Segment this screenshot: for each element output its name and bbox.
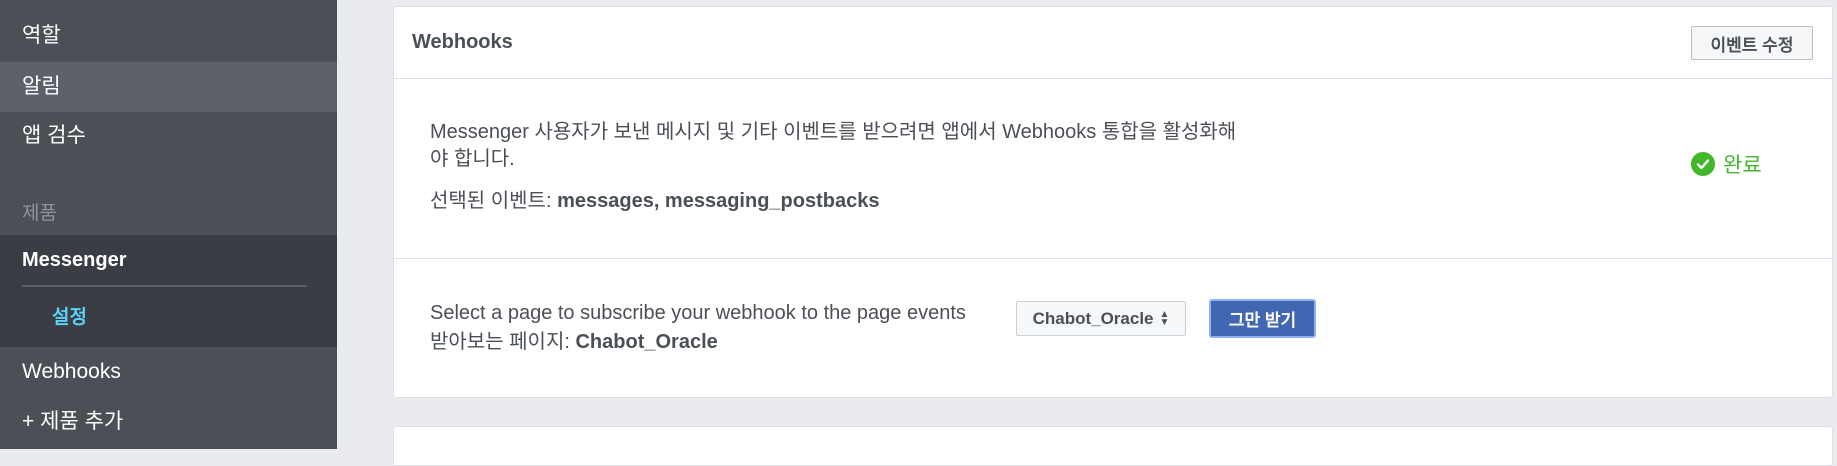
webhooks-status-section: Messenger 사용자가 보낸 메시지 및 기타 이벤트를 받으려면 앱에서… <box>394 79 1832 259</box>
status-text: 완료 <box>1723 154 1762 177</box>
page-select[interactable]: Chabot_Oracle ▲ ▼ <box>1016 301 1186 336</box>
check-circle-icon <box>1691 152 1715 176</box>
sidebar-item-label: 앱 검수 <box>22 124 86 147</box>
page-select-value: Chabot_Oracle <box>1032 308 1154 328</box>
status-complete: 완료 <box>1691 149 1762 179</box>
sidebar-item-app-review[interactable]: 앱 검수 <box>0 111 337 161</box>
webhooks-card: Webhooks 이벤트 수정 Messenger 사용자가 보낸 메시지 및 … <box>393 6 1833 398</box>
updown-arrows-icon: ▲ ▼ <box>1159 308 1170 328</box>
subscribed-page-name: Chabot_Oracle <box>575 331 718 353</box>
selected-events: 선택된 이벤트: messages, messaging_postbacks <box>430 184 879 213</box>
subscribed-page-label: 받아보는 페이지: <box>430 331 576 353</box>
webhooks-description: Messenger 사용자가 보낸 메시지 및 기타 이벤트를 받으려면 앱에서… <box>430 119 1350 173</box>
description-line-2: 야 합니다. <box>430 148 515 170</box>
sidebar-item-label: Webhooks <box>22 360 121 383</box>
subscribe-instruction: Select a page to subscribe your webhook … <box>430 302 966 324</box>
card-title: Webhooks <box>412 31 513 53</box>
subscribed-page-row: 받아보는 페이지: Chabot_Oracle <box>430 328 966 357</box>
sidebar-item-notifications[interactable]: 알림 <box>0 62 337 112</box>
subscription-info: Select a page to subscribe your webhook … <box>430 299 966 357</box>
sidebar-item-label: + 제품 추가 <box>22 410 124 433</box>
sidebar-section-products: 제품 <box>22 203 57 224</box>
selected-events-value: messages, messaging_postbacks <box>557 190 880 212</box>
page-subscription-section: Select a page to subscribe your webhook … <box>394 259 1832 399</box>
sidebar-item-label: 역할 <box>22 24 61 47</box>
unsubscribe-button[interactable]: 그만 받기 <box>1209 299 1316 338</box>
sidebar: 역할 알림 앱 검수 제품 Messenger 설정 Webhooks + 제품… <box>0 0 337 449</box>
selected-events-label: 선택된 이벤트: <box>430 190 558 212</box>
card-header: Webhooks 이벤트 수정 <box>394 7 1832 79</box>
edit-events-button[interactable]: 이벤트 수정 <box>1691 26 1813 60</box>
sidebar-item-webhooks[interactable]: Webhooks <box>0 347 337 397</box>
sidebar-item-label: 알림 <box>22 75 61 98</box>
sidebar-item-settings[interactable]: 설정 <box>52 303 87 333</box>
next-card <box>393 426 1833 466</box>
sidebar-divider <box>22 285 307 287</box>
sidebar-product-group: Messenger 설정 <box>0 235 337 347</box>
sidebar-item-add-product[interactable]: + 제품 추가 <box>0 397 337 447</box>
sidebar-item-roles[interactable]: 역할 <box>0 11 337 61</box>
sidebar-item-messenger[interactable]: Messenger <box>22 245 127 275</box>
description-line-1: Messenger 사용자가 보낸 메시지 및 기타 이벤트를 받으려면 앱에서… <box>430 121 1237 143</box>
